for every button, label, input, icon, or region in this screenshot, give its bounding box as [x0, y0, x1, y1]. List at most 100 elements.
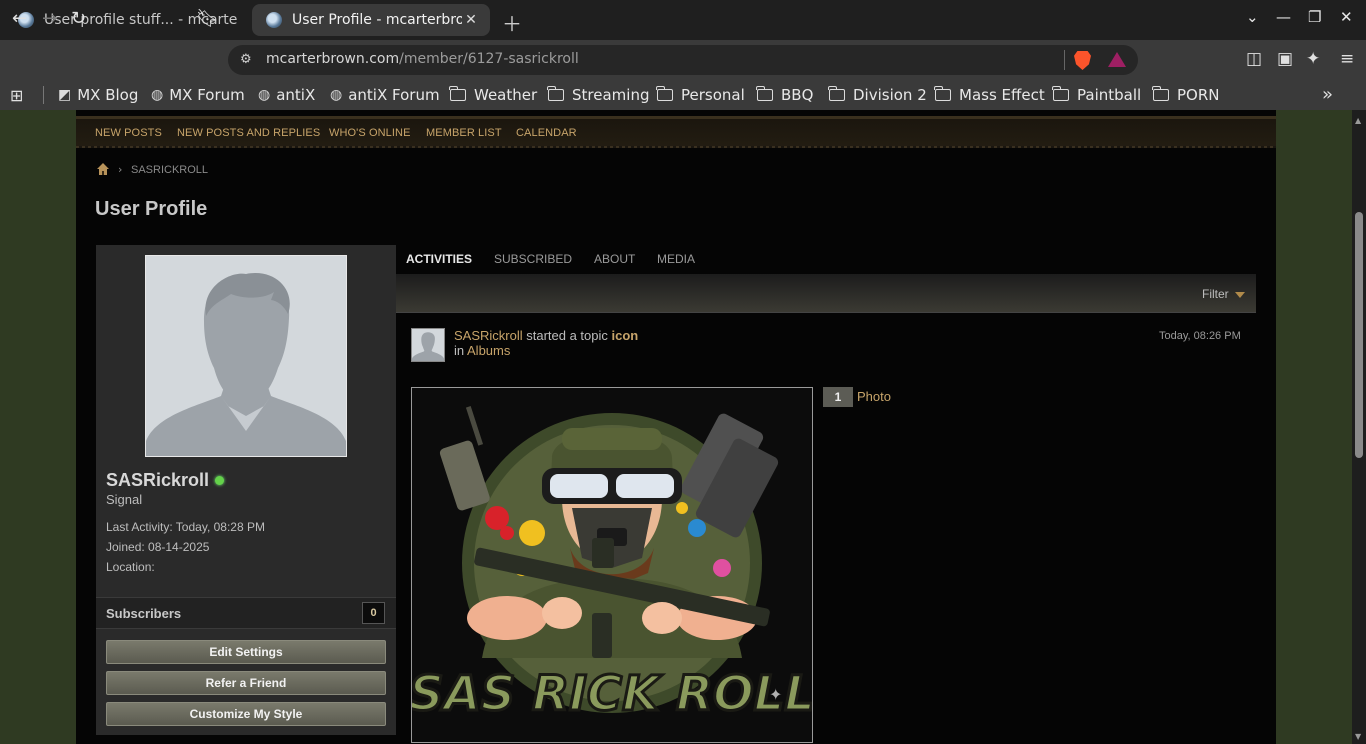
folder-icon	[1052, 86, 1069, 101]
activity-action: started a topic	[522, 328, 612, 343]
activity-location: in Albums	[454, 343, 510, 358]
bookmark-folder-bbq[interactable]: BBQ	[756, 86, 814, 104]
avatar	[145, 255, 347, 457]
bookmark-label: antiX Forum	[348, 86, 440, 104]
close-tab-icon[interactable]: ✕	[462, 12, 480, 28]
folder-icon	[547, 86, 564, 101]
site-settings-icon[interactable]: ⚙	[240, 52, 252, 67]
user-title: Signal	[106, 492, 143, 507]
tab-activities[interactable]: ACTIVITIES	[406, 252, 472, 266]
joined-date: Joined: 08-14-2025	[106, 540, 210, 554]
bookmark-folder-streaming[interactable]: Streaming	[547, 86, 650, 104]
bookmark-folder-weather[interactable]: Weather	[449, 86, 537, 104]
nav-member-list[interactable]: MEMBER LIST	[426, 127, 502, 139]
apps-grid-icon[interactable]: ⊞	[10, 86, 23, 105]
site-favicon	[266, 12, 282, 28]
activity-in-prefix: in	[454, 343, 468, 358]
activity-forum-link[interactable]: Albums	[467, 343, 510, 358]
bookmark-label: Paintball	[1077, 86, 1142, 104]
scroll-down-icon[interactable]: ▼	[1355, 732, 1361, 741]
bookmark-label: BBQ	[781, 86, 814, 104]
nav-calendar[interactable]: CALENDAR	[516, 127, 577, 139]
folder-icon	[449, 86, 466, 101]
nav-whos-online[interactable]: WHO'S ONLINE	[329, 127, 411, 139]
bookmark-folder-division-2[interactable]: Division 2	[828, 86, 927, 104]
bookmark-antix[interactable]: ◍ antiX	[258, 86, 315, 104]
logo-lettering: SAS RICK ROLL	[412, 666, 812, 722]
globe-icon: ◍	[330, 87, 343, 103]
refer-a-friend-button[interactable]: Refer a Friend	[106, 671, 386, 695]
reload-icon[interactable]: ↻	[71, 8, 86, 29]
sas-rickroll-logo-image: SAS RICK ROLL ✦	[412, 388, 812, 742]
default-avatar-icon	[412, 332, 444, 361]
url-path: /member/6127-sasrickroll	[399, 51, 579, 67]
url-text[interactable]: mcarterbrown.com/member/6127-sasrickroll	[266, 51, 579, 67]
browser-tab-2[interactable]: User Profile - mcarterbrow ✕	[252, 4, 490, 36]
tab-search-chevron-icon[interactable]: ⌄	[1246, 8, 1259, 26]
globe-icon: ◍	[258, 87, 271, 103]
bookmark-mx-forum[interactable]: ◍ MX Forum	[151, 86, 245, 104]
close-window-icon[interactable]: ✕	[1340, 8, 1353, 26]
bookmark-label: Streaming	[572, 86, 650, 104]
subscribers-count[interactable]: 0	[362, 602, 385, 624]
bookmark-label: MX Forum	[169, 86, 245, 104]
new-tab-button[interactable]: ＋	[502, 8, 522, 37]
tab-subscribed[interactable]: SUBSCRIBED	[494, 252, 572, 266]
default-avatar-icon	[146, 273, 346, 456]
customize-my-style-button[interactable]: Customize My Style	[106, 702, 386, 726]
bookmark-folder-porn[interactable]: PORN	[1152, 86, 1220, 104]
activity-timestamp: Today, 08:26 PM	[1159, 330, 1241, 342]
username: SASRickroll	[106, 470, 210, 490]
bookmark-label: antiX	[276, 86, 316, 104]
forward-icon[interactable]: →	[42, 8, 57, 29]
more-bookmarks-icon[interactable]: »	[1322, 84, 1333, 105]
activity-summary: SASRickroll started a topic icon	[454, 328, 638, 343]
url-host: mcarterbrown.com	[266, 51, 400, 67]
bookmark-folder-paintball[interactable]: Paintball	[1052, 86, 1142, 104]
folder-icon	[828, 86, 845, 101]
folder-icon	[756, 86, 773, 101]
menu-icon[interactable]: ≡	[1340, 49, 1354, 69]
back-icon[interactable]: ←	[12, 8, 27, 29]
location: Location:	[106, 560, 155, 574]
last-activity: Last Activity: Today, 08:28 PM	[106, 520, 265, 534]
bookmark-folder-personal[interactable]: Personal	[656, 86, 745, 104]
tab-media[interactable]: MEDIA	[657, 252, 695, 266]
breadcrumb: SASRICKROLL	[131, 164, 209, 176]
filter-button[interactable]: Filter	[1202, 287, 1229, 301]
tab-title: User Profile - mcarterbrow	[292, 12, 462, 28]
brave-rewards-icon[interactable]	[1108, 52, 1126, 67]
bookmark-label: MX Blog	[77, 86, 139, 104]
activity-photo[interactable]: SAS RICK ROLL ✦	[411, 387, 813, 743]
bookmark-icon[interactable]: 🔖︎	[196, 8, 219, 29]
sidebar-toggle-icon[interactable]: ◫	[1246, 49, 1262, 69]
photo-link[interactable]: Photo	[857, 389, 891, 404]
leo-ai-icon[interactable]: ✦	[1306, 49, 1320, 69]
bookmark-label: Division 2	[853, 86, 927, 104]
nav-new-posts[interactable]: NEW POSTS	[95, 127, 162, 139]
bookmark-folder-mass-effect[interactable]: Mass Effect	[934, 86, 1045, 104]
nav-new-posts-and-replies[interactable]: NEW POSTS AND REPLIES	[177, 127, 320, 139]
online-status-icon	[215, 476, 224, 485]
bookmark-label: Mass Effect	[959, 86, 1045, 104]
globe-icon: ◍	[151, 87, 164, 103]
page-title: User Profile	[95, 198, 208, 220]
scrollbar-thumb[interactable]	[1355, 212, 1363, 458]
scroll-up-icon[interactable]: ▲	[1355, 116, 1361, 125]
minimize-icon[interactable]: —	[1276, 8, 1291, 26]
home-icon[interactable]	[96, 162, 110, 176]
tab-about[interactable]: ABOUT	[594, 252, 635, 266]
bookmark-antix-forum[interactable]: ◍ antiX Forum	[330, 86, 440, 104]
activity-topic-link[interactable]: icon	[612, 328, 639, 343]
bookmark-label: PORN	[1177, 86, 1220, 104]
maximize-icon[interactable]: ❐	[1308, 8, 1321, 26]
wallet-icon[interactable]: ▣	[1277, 49, 1293, 69]
url-separator	[1064, 50, 1065, 70]
activity-user-link[interactable]: SASRickroll	[454, 328, 523, 343]
photo-count-badge: 1	[823, 387, 853, 407]
activity-avatar[interactable]	[411, 328, 445, 362]
bookmark-mx-blog[interactable]: ◩ MX Blog	[58, 86, 138, 104]
edit-settings-button[interactable]: Edit Settings	[106, 640, 386, 664]
filter-dropdown-icon[interactable]	[1235, 292, 1245, 298]
folder-icon	[934, 86, 951, 101]
